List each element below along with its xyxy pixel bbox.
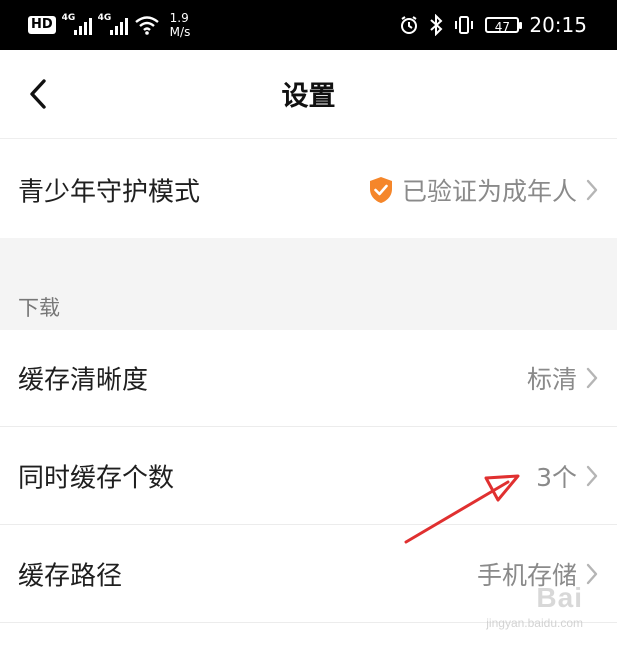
bluetooth-icon (430, 14, 443, 36)
annotation-arrow-icon (404, 474, 520, 544)
wifi-icon (134, 16, 159, 35)
concurrent-cache-right: 3个 (536, 458, 599, 494)
chevron-right-icon (586, 367, 598, 389)
network-type-label: 4G (61, 13, 76, 23)
cache-quality-label: 缓存清晰度 (18, 365, 149, 396)
battery-icon: 47 (485, 17, 523, 34)
teen-mode-row[interactable]: 青少年守护模式 已验证为成年人 (0, 142, 617, 239)
chevron-right-icon (586, 179, 598, 201)
network-type-label-2: 4G (97, 13, 112, 23)
alarm-icon (401, 16, 418, 34)
page-title: 设置 (281, 81, 336, 112)
teen-mode-status: 已验证为成年人 (368, 172, 599, 208)
chevron-right-icon (586, 563, 598, 585)
network-speed: 1.9 M/s (170, 11, 191, 39)
download-section-header: 下载 (0, 238, 617, 330)
shield-check-icon (369, 177, 392, 203)
teen-mode-label: 青少年守护模式 (18, 177, 201, 208)
network-speed-value: 1.9 (169, 11, 189, 25)
cache-quality-row[interactable]: 缓存清晰度 标清 (0, 330, 617, 427)
status-right: 47 20:15 (399, 10, 587, 40)
top-app-bar: 设置 (0, 50, 617, 139)
network-speed-unit: M/s (169, 25, 191, 39)
concurrent-cache-value: 3个 (536, 463, 577, 492)
cache-quality-right: 标清 (527, 360, 599, 396)
status-left: HD 4G 4G 1.9 M/s (28, 9, 190, 41)
cache-path-label: 缓存路径 (18, 561, 123, 592)
signal-icon: 4G (61, 13, 92, 35)
concurrent-cache-label: 同时缓存个数 (18, 463, 175, 494)
chevron-right-icon (586, 465, 598, 487)
watermark-url: jingyan.baidu.com (486, 616, 583, 630)
vibrate-icon (455, 16, 474, 34)
watermark-logo: Bai (536, 582, 583, 613)
cache-quality-value: 标清 (526, 365, 577, 394)
signal-icon-2: 4G (97, 13, 128, 35)
teen-mode-value: 已验证为成年人 (401, 177, 577, 206)
hd-badge: HD (28, 16, 56, 34)
section-title-download: 下载 (18, 296, 60, 320)
status-bar: HD 4G 4G 1.9 M/s 47 20:15 (0, 0, 617, 50)
status-time: 20:15 (529, 13, 587, 37)
watermark: Bai jingyan.baidu.com (463, 582, 583, 642)
